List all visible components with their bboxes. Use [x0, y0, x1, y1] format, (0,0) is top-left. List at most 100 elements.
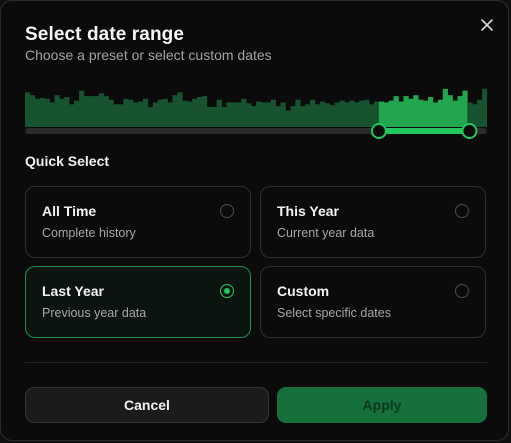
histogram-bar: [447, 95, 453, 127]
histogram-bar: [314, 104, 321, 127]
close-icon-glyph: [481, 19, 493, 31]
slider-range: [378, 128, 470, 134]
histogram-bar: [442, 88, 448, 127]
radio-button[interactable]: [455, 284, 469, 298]
histogram-bar: [64, 97, 70, 127]
histogram-bar: [236, 102, 242, 127]
slider-handle-end[interactable]: [461, 123, 478, 139]
option-description: Select specific dates: [277, 306, 391, 320]
date-range-histogram[interactable]: [25, 83, 488, 141]
histogram-bar: [300, 106, 306, 127]
histogram-bar: [329, 105, 335, 127]
dialog-subtitle: Choose a preset or select custom dates: [25, 47, 272, 63]
histogram-bar: [256, 101, 262, 127]
histogram-bar: [319, 101, 326, 127]
histogram-bar: [226, 102, 232, 127]
histogram-bar: [477, 99, 483, 127]
histogram-bar: [201, 96, 208, 127]
histogram-bar: [251, 106, 257, 127]
histogram-bar: [192, 98, 198, 127]
histogram-bar: [364, 99, 370, 127]
histogram-bar: [142, 98, 149, 127]
histogram-bar: [221, 107, 227, 127]
option-name: Last Year: [42, 283, 105, 299]
option-description: Current year data: [277, 226, 375, 240]
histogram-bar: [172, 95, 178, 127]
histogram-bar: [285, 110, 291, 127]
histogram-bar: [462, 90, 468, 127]
histogram-bar: [349, 100, 355, 127]
histogram-bar: [418, 99, 424, 127]
date-range-dialog: Select date range Choose a preset or sel…: [0, 0, 509, 441]
histogram-bar: [354, 102, 360, 127]
histogram-svg: [25, 88, 488, 139]
histogram-bar: [177, 92, 183, 127]
histogram-bar: [457, 96, 463, 127]
histogram-bar: [437, 99, 444, 127]
histogram-bar: [83, 96, 90, 127]
histogram-bar: [472, 104, 478, 127]
histogram-bar: [157, 99, 163, 127]
radio-button[interactable]: [455, 204, 469, 218]
histogram-bar: [246, 103, 252, 127]
histogram-bar: [74, 100, 80, 127]
histogram-bar: [206, 107, 213, 127]
option-description: Previous year data: [42, 306, 147, 320]
apply-button[interactable]: Apply: [277, 387, 487, 423]
histogram-bar: [162, 98, 168, 127]
histogram-bar: [44, 98, 50, 127]
histogram-bar: [388, 100, 394, 127]
histogram-bar: [108, 99, 114, 127]
option-custom[interactable]: Custom Select specific dates: [260, 266, 486, 338]
option-description: Complete history: [42, 226, 136, 240]
histogram-bar: [29, 95, 36, 127]
histogram-bar: [25, 92, 31, 127]
histogram-bar: [403, 96, 409, 127]
histogram-bar: [280, 102, 286, 127]
histogram-bar: [482, 88, 488, 127]
histogram-bar: [138, 101, 144, 127]
option-name: This Year: [277, 203, 340, 219]
slider-handle-start[interactable]: [370, 123, 387, 139]
histogram-bar: [147, 107, 154, 127]
option-all-time[interactable]: All Time Complete history: [25, 186, 251, 258]
histogram-bar: [241, 98, 247, 127]
histogram-bar: [152, 102, 158, 127]
option-last-year[interactable]: Last Year Previous year data: [25, 266, 251, 338]
option-name: All Time: [42, 203, 97, 219]
histogram-bar: [344, 102, 350, 127]
option-this-year[interactable]: This Year Current year data: [260, 186, 486, 258]
radio-button[interactable]: [220, 204, 234, 218]
histogram-bar: [290, 106, 296, 127]
cancel-button[interactable]: Cancel: [25, 387, 269, 423]
histogram-bar: [79, 90, 85, 127]
histogram-bar: [103, 96, 109, 127]
histogram-bar: [133, 102, 139, 127]
histogram-bar: [359, 100, 365, 127]
quick-select-label: Quick Select: [25, 153, 110, 169]
histogram-bar: [432, 102, 439, 127]
option-name: Custom: [277, 283, 330, 299]
histogram-bar: [428, 97, 434, 127]
histogram-bar: [452, 100, 458, 127]
divider: [25, 362, 487, 363]
histogram-bar: [187, 101, 193, 127]
histogram-bar: [34, 98, 41, 127]
histogram-bar: [369, 104, 375, 127]
histogram-bar: [49, 102, 55, 127]
histogram-bar: [113, 104, 119, 127]
histogram-bar: [59, 98, 65, 127]
histogram-bar: [275, 106, 281, 127]
histogram-bar: [69, 104, 75, 127]
histogram-bar: [118, 104, 124, 127]
histogram-bar: [54, 95, 60, 127]
radio-button-selected[interactable]: [220, 284, 234, 298]
histogram-bar: [270, 99, 276, 127]
histogram-bar: [310, 99, 316, 127]
histogram-bar: [39, 97, 45, 127]
histogram-bar: [339, 100, 345, 127]
histogram-bar: [88, 96, 95, 127]
close-icon[interactable]: [477, 15, 497, 35]
histogram-bar: [413, 95, 419, 127]
histogram-bar: [167, 102, 173, 127]
